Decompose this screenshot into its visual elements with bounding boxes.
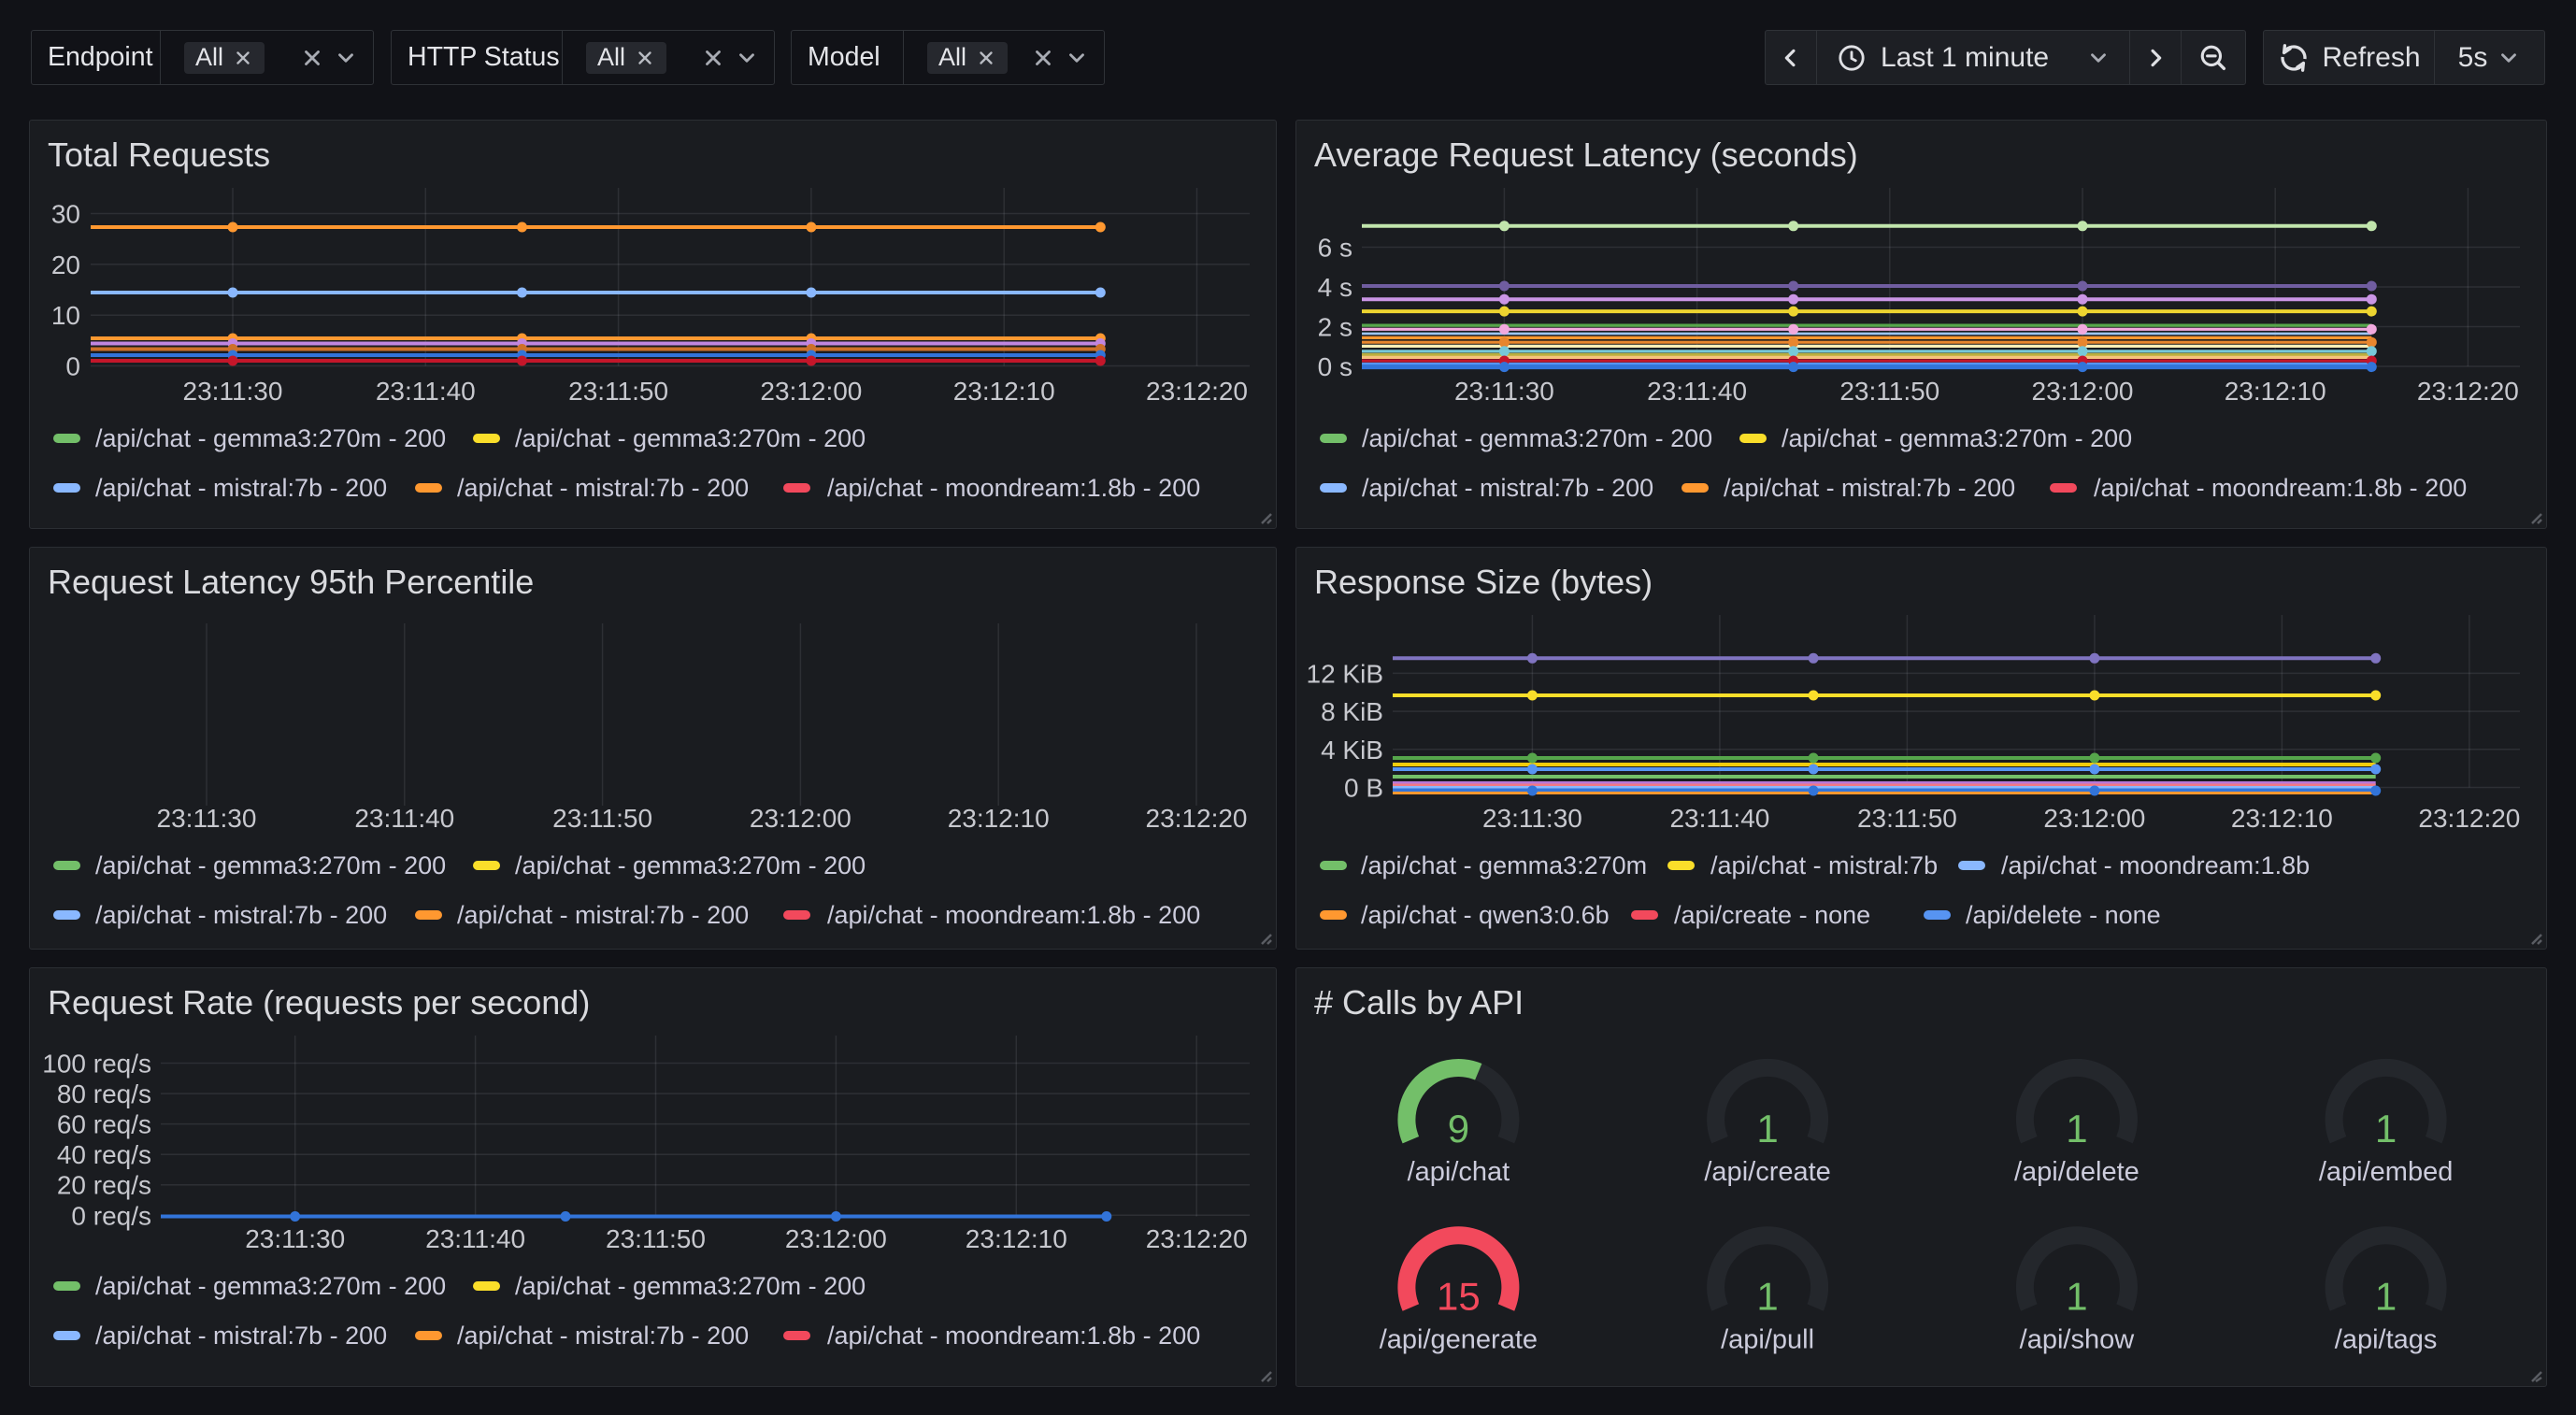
svg-text:1: 1 — [1756, 1274, 1778, 1318]
svg-text:/api/tags: /api/tags — [2335, 1325, 2438, 1355]
svg-text:/api/chat - mistral:7b - 200: /api/chat - mistral:7b - 200 — [1724, 474, 2015, 502]
svg-text:23:12:20: 23:12:20 — [2417, 377, 2519, 406]
svg-text:23:12:00: 23:12:00 — [2032, 377, 2134, 406]
svg-text:/api/chat - gemma3:270m - 200: /api/chat - gemma3:270m - 200 — [515, 424, 866, 452]
svg-text:1: 1 — [2375, 1274, 2397, 1318]
svg-text:23:11:50: 23:11:50 — [1839, 377, 1939, 406]
svg-text:23:11:40: 23:11:40 — [425, 1224, 525, 1253]
svg-text:23:11:30: 23:11:30 — [1482, 804, 1582, 833]
svg-text:/api/chat - gemma3:270m - 200: /api/chat - gemma3:270m - 200 — [95, 424, 446, 452]
svg-text:2 s: 2 s — [1318, 313, 1352, 342]
svg-text:1: 1 — [2375, 1107, 2397, 1151]
svg-text:/api/chat - moondream:1.8b: /api/chat - moondream:1.8b — [2001, 851, 2310, 879]
svg-text:/api/chat - moondream:1.8b - 2: /api/chat - moondream:1.8b - 200 — [827, 1322, 1200, 1350]
svg-text:/api/chat - moondream:1.8b - 2: /api/chat - moondream:1.8b - 200 — [2094, 474, 2467, 502]
svg-text:23:12:00: 23:12:00 — [760, 377, 862, 406]
svg-text:23:11:40: 23:11:40 — [376, 377, 476, 406]
svg-text:15: 15 — [1437, 1274, 1481, 1318]
svg-text:/api/chat - gemma3:270m - 200: /api/chat - gemma3:270m - 200 — [515, 1272, 866, 1300]
svg-text:4 s: 4 s — [1318, 273, 1352, 302]
svg-text:Request Rate (requests per sec: Request Rate (requests per second) — [48, 983, 590, 1022]
svg-text:6 s: 6 s — [1318, 234, 1352, 263]
svg-text:/api/chat - gemma3:270m: /api/chat - gemma3:270m — [1361, 851, 1647, 879]
svg-text:Average Request Latency (secon: Average Request Latency (seconds) — [1314, 136, 1858, 174]
svg-text:/api/embed: /api/embed — [2319, 1157, 2454, 1187]
svg-text:23:12:10: 23:12:10 — [2225, 377, 2326, 406]
svg-text:0 s: 0 s — [1318, 352, 1352, 381]
svg-text:/api/chat - mistral:7b - 200: /api/chat - mistral:7b - 200 — [457, 1322, 749, 1350]
svg-text:23:11:30: 23:11:30 — [183, 377, 283, 406]
svg-text:Response Size (bytes): Response Size (bytes) — [1314, 563, 1653, 601]
svg-text:30: 30 — [51, 200, 80, 229]
svg-text:0: 0 — [65, 352, 80, 381]
svg-text:Total Requests: Total Requests — [48, 136, 270, 174]
svg-text:23:11:50: 23:11:50 — [552, 804, 652, 833]
svg-text:9: 9 — [1448, 1107, 1469, 1151]
svg-text:/api/chat - moondream:1.8b - 2: /api/chat - moondream:1.8b - 200 — [827, 474, 1200, 502]
svg-text:# Calls by API: # Calls by API — [1314, 983, 1524, 1022]
svg-text:23:11:30: 23:11:30 — [157, 804, 257, 833]
svg-text:/api/chat - gemma3:270m - 200: /api/chat - gemma3:270m - 200 — [95, 851, 446, 879]
svg-text:23:12:10: 23:12:10 — [953, 377, 1055, 406]
svg-text:/api/generate: /api/generate — [1380, 1325, 1538, 1355]
svg-text:23:12:10: 23:12:10 — [2231, 804, 2333, 833]
svg-text:23:12:20: 23:12:20 — [2418, 804, 2520, 833]
svg-text:23:12:20: 23:12:20 — [1146, 804, 1248, 833]
svg-text:/api/chat - gemma3:270m - 200: /api/chat - gemma3:270m - 200 — [95, 1272, 446, 1300]
svg-text:23:12:20: 23:12:20 — [1146, 1224, 1248, 1253]
svg-text:/api/delete: /api/delete — [2014, 1157, 2140, 1187]
svg-text:/api/create - none: /api/create - none — [1674, 901, 1870, 929]
svg-text:80 req/s: 80 req/s — [57, 1079, 151, 1108]
svg-text:23:11:50: 23:11:50 — [568, 377, 668, 406]
svg-text:/api/chat - mistral:7b - 200: /api/chat - mistral:7b - 200 — [457, 901, 749, 929]
svg-text:/api/chat - gemma3:270m - 200: /api/chat - gemma3:270m - 200 — [515, 851, 866, 879]
svg-text:1: 1 — [2066, 1107, 2087, 1151]
svg-text:/api/chat - gemma3:270m - 200: /api/chat - gemma3:270m - 200 — [1782, 424, 2132, 452]
svg-text:/api/show: /api/show — [2020, 1325, 2136, 1355]
svg-text:/api/delete - none: /api/delete - none — [1966, 901, 2161, 929]
svg-text:/api/pull: /api/pull — [1721, 1325, 1814, 1355]
svg-text:23:11:40: 23:11:40 — [1669, 804, 1769, 833]
svg-text:20 req/s: 20 req/s — [57, 1171, 151, 1200]
svg-text:/api/chat - mistral:7b - 200: /api/chat - mistral:7b - 200 — [95, 901, 387, 929]
svg-text:23:12:10: 23:12:10 — [948, 804, 1050, 833]
svg-text:23:11:30: 23:11:30 — [245, 1224, 345, 1253]
svg-text:/api/chat - gemma3:270m - 200: /api/chat - gemma3:270m - 200 — [1362, 424, 1712, 452]
svg-text:40 req/s: 40 req/s — [57, 1140, 151, 1169]
svg-text:4 KiB: 4 KiB — [1321, 736, 1383, 765]
svg-text:100 req/s: 100 req/s — [42, 1050, 151, 1079]
svg-text:/api/chat - mistral:7b - 200: /api/chat - mistral:7b - 200 — [95, 474, 387, 502]
svg-text:23:12:00: 23:12:00 — [2043, 804, 2145, 833]
svg-text:/api/chat - mistral:7b: /api/chat - mistral:7b — [1710, 851, 1938, 879]
svg-text:0 B: 0 B — [1344, 774, 1383, 803]
svg-text:60 req/s: 60 req/s — [57, 1110, 151, 1139]
svg-text:Request Latency 95th Percentil: Request Latency 95th Percentile — [48, 563, 534, 601]
svg-text:23:11:50: 23:11:50 — [606, 1224, 706, 1253]
svg-text:23:12:10: 23:12:10 — [966, 1224, 1067, 1253]
svg-text:/api/chat - mistral:7b - 200: /api/chat - mistral:7b - 200 — [457, 474, 749, 502]
svg-text:23:11:40: 23:11:40 — [354, 804, 454, 833]
svg-text:23:11:40: 23:11:40 — [1647, 377, 1747, 406]
svg-text:/api/chat - qwen3:0.6b: /api/chat - qwen3:0.6b — [1361, 901, 1610, 929]
svg-text:8 KiB: 8 KiB — [1321, 697, 1383, 726]
svg-text:23:12:00: 23:12:00 — [750, 804, 852, 833]
svg-text:1: 1 — [1756, 1107, 1778, 1151]
svg-text:/api/chat - mistral:7b - 200: /api/chat - mistral:7b - 200 — [1362, 474, 1653, 502]
svg-text:23:11:50: 23:11:50 — [1857, 804, 1957, 833]
svg-text:23:12:20: 23:12:20 — [1146, 377, 1248, 406]
svg-text:23:12:00: 23:12:00 — [785, 1224, 887, 1253]
svg-text:/api/chat - mistral:7b - 200: /api/chat - mistral:7b - 200 — [95, 1322, 387, 1350]
svg-text:/api/chat - moondream:1.8b - 2: /api/chat - moondream:1.8b - 200 — [827, 901, 1200, 929]
svg-text:10: 10 — [51, 301, 80, 330]
svg-text:0 req/s: 0 req/s — [71, 1201, 151, 1230]
svg-text:1: 1 — [2066, 1274, 2087, 1318]
svg-text:/api/chat: /api/chat — [1408, 1157, 1510, 1187]
svg-text:23:11:30: 23:11:30 — [1454, 377, 1554, 406]
svg-text:/api/create: /api/create — [1704, 1157, 1830, 1187]
svg-text:20: 20 — [51, 250, 80, 279]
svg-text:12 KiB: 12 KiB — [1307, 659, 1384, 688]
